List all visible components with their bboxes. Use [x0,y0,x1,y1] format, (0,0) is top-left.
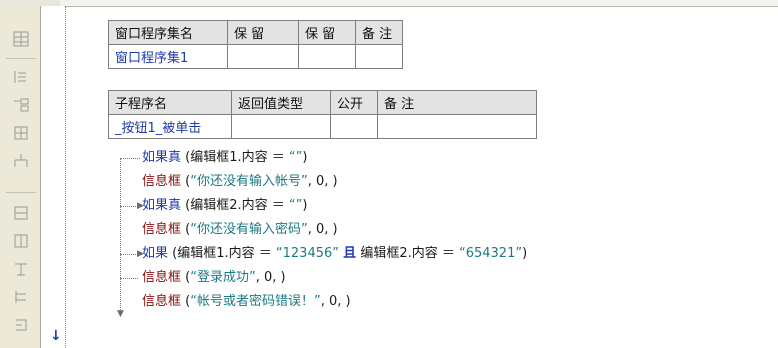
current-line-arrow-icon: ↓ [50,328,62,344]
grid-icon[interactable] [10,28,32,50]
keyword-if-true: 如果真 [142,150,182,165]
flow-line [120,254,121,312]
table-icon[interactable] [10,122,32,144]
string-literal: “123456” [275,246,340,261]
args-text: , 0, ) [255,270,286,285]
string-literal: “” [288,198,303,213]
assembly-reserved-cell[interactable] [227,44,299,69]
flow-line [120,206,121,254]
condition-text: (编辑框1.内容 ＝ [172,246,276,261]
text-icon[interactable] [10,258,32,280]
subroutine-table: 子程序名 返回值类型 公开 备 注 _按钮1_被单击 [108,90,537,139]
code-line-messagebox[interactable]: 信息框 (“登录成功”, 0, ) [142,268,286,288]
keyword-messagebox: 信息框 [142,222,182,237]
string-literal: “帐号或者密码错误！” [190,294,321,309]
assembly-header-name: 窗口程序集名 [108,20,228,45]
code-line-messagebox[interactable]: 信息框 (“你还没有输入密码”, 0, ) [142,220,338,240]
assembly-table: 窗口程序集名 保 留 保 留 备 注 窗口程序集1 [108,20,403,69]
insert-row-icon[interactable] [10,66,32,88]
assembly-header-reserved: 保 留 [227,20,299,45]
code-line-if-true[interactable]: 如果真 (编辑框1.内容 ＝ “”) [142,148,307,168]
flow-line [120,278,138,279]
editor-gutter: ↓ [41,6,66,348]
keyword-messagebox: 信息框 [142,270,182,285]
sub-header-name: 子程序名 [108,90,232,115]
sub-name-cell[interactable]: _按钮1_被单击 [108,114,232,139]
assembly-note-cell[interactable] [355,44,403,69]
code-line-if-true[interactable]: 如果真 (编辑框2.内容 ＝ “”) [142,196,307,216]
args-text: , 0, ) [307,222,338,237]
keyword-and: 且 [343,246,357,261]
args-text: , 0, ) [307,174,338,189]
assembly-name-cell[interactable]: 窗口程序集1 [108,44,228,69]
flow-line [120,254,138,255]
args-text: , 0, ) [320,294,351,309]
loop-icon[interactable] [10,314,32,336]
toolbar-separator [6,192,36,193]
keyword-if: 如果 [142,246,169,261]
code-line-if[interactable]: 如果 (编辑框1.内容 ＝ “123456” 且 编辑框2.内容 ＝ “6543… [142,244,527,264]
flow-arrow-down-icon: ▼ [117,309,124,319]
sub-header-return-type: 返回值类型 [231,90,331,115]
string-literal: “你还没有输入帐号” [190,174,308,189]
string-literal: “你还没有输入密码” [190,222,308,237]
toolbar-separator [6,58,36,59]
tree-icon[interactable] [10,150,32,172]
frame-icon[interactable] [10,202,32,224]
string-literal: “登录成功” [190,270,256,285]
insert-sub-icon[interactable] [10,94,32,116]
assembly-header-reserved: 保 留 [298,20,356,45]
sub-return-type-cell[interactable] [231,114,331,139]
condition-text: (编辑框1.内容 ＝ [185,150,289,165]
assembly-reserved-cell[interactable] [298,44,356,69]
left-toolbar [0,6,41,348]
editor-title-edge [60,0,778,6]
flow-line [120,158,121,206]
paren-close: ) [302,150,308,165]
keyword-if-true: 如果真 [142,198,182,213]
sub-note-cell[interactable] [377,114,537,139]
condition-text: 编辑框2.内容 ＝ [360,246,459,261]
paren-close: ) [302,198,308,213]
assembly-header-note: 备 注 [355,20,403,45]
flow-line [120,158,140,159]
frame-split-icon[interactable] [10,230,32,252]
sub-header-note: 备 注 [377,90,537,115]
string-literal: “” [288,150,303,165]
code-line-messagebox[interactable]: 信息框 (“帐号或者密码错误！”, 0, ) [142,292,351,312]
condition-text: (编辑框2.内容 ＝ [185,198,289,213]
window-top-strip [0,0,778,7]
sub-public-cell[interactable] [330,114,378,139]
paren-close: ) [522,246,528,261]
code-line-messagebox[interactable]: 信息框 (“你还没有输入帐号”, 0, ) [142,172,338,192]
string-literal: “654321” [458,246,523,261]
keyword-messagebox: 信息框 [142,294,182,309]
keyword-messagebox: 信息框 [142,174,182,189]
branch-icon[interactable] [10,286,32,308]
sub-header-public: 公开 [330,90,378,115]
flow-line [120,206,138,207]
